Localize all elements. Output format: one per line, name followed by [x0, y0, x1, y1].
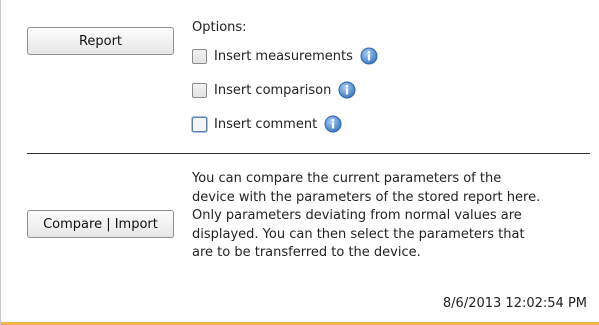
report-timestamp: 8/6/2013 12:02:54 PM [442, 296, 587, 311]
description-line: displayed. You can then select the param… [192, 226, 525, 242]
info-icon[interactable] [324, 115, 342, 133]
options-title: Options: [192, 20, 247, 35]
insert-comment-label: Insert comment [214, 116, 318, 132]
insert-comment-checkbox[interactable] [192, 116, 207, 132]
description-line: You can compare the current parameters o… [192, 171, 502, 186]
description-line: device with the parameters of the stored… [192, 189, 541, 205]
insert-measurements-checkbox[interactable] [192, 48, 207, 64]
info-icon[interactable] [338, 81, 356, 99]
compare-import-button[interactable]: Compare | Import [27, 210, 174, 238]
section-divider [27, 153, 590, 154]
insert-comparison-label: Insert comparison [214, 82, 332, 98]
insert-measurements-label: Insert measurements [214, 48, 353, 64]
option-insert-comparison[interactable]: Insert comparison [192, 80, 356, 100]
description-line: are to be transferred to the device. [192, 245, 421, 260]
option-insert-measurements[interactable]: Insert measurements [192, 46, 378, 66]
insert-comparison-checkbox[interactable] [192, 82, 207, 98]
info-icon[interactable] [360, 47, 378, 65]
compare-description: You can compare the current parameters o… [192, 170, 592, 263]
report-button[interactable]: Report [27, 27, 174, 55]
option-insert-comment[interactable]: Insert comment [192, 114, 342, 134]
report-panel: Report Options: Insert measurements Inse… [0, 0, 599, 325]
description-line: Only parameters deviating from normal va… [192, 208, 522, 223]
